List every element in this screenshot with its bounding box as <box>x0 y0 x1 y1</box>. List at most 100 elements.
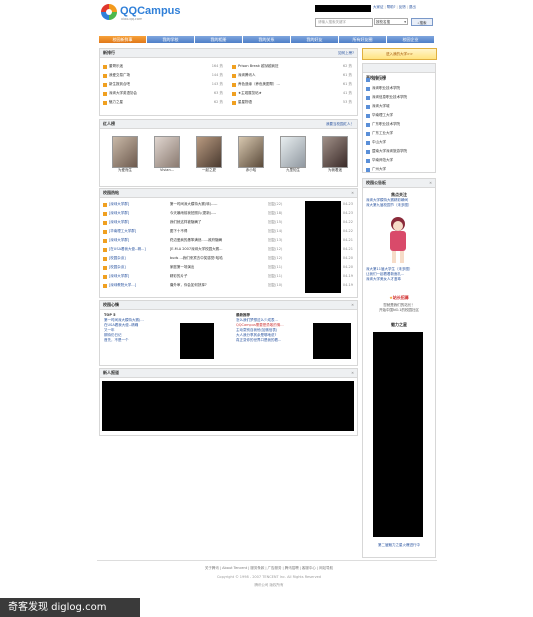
list-item[interactable]: 深大第九届校园节（未多图） <box>366 203 432 208</box>
collapse-icon[interactable]: ✕ <box>351 191 354 196</box>
nav-tab-campus-news[interactable]: 校园新鲜事 <box>99 35 146 43</box>
list-item[interactable]: 深圳大学城 <box>366 102 432 111</box>
list-item[interactable]: 星星物语 53 热 <box>232 98 352 107</box>
star-footer-link[interactable]: 第二届魅力之星火爆进行中 <box>363 543 435 548</box>
group-icon <box>103 73 107 78</box>
redacted-block <box>102 381 354 431</box>
recent-panel: 新人报道 ✕ <box>99 368 358 436</box>
search-select[interactable]: 按校名搜 ▾ <box>374 18 408 25</box>
footer-link[interactable]: 关于腾讯 <box>205 566 219 571</box>
list-item[interactable]: 深圳职业技术学院 <box>366 84 432 93</box>
hot-threads-title: 校园热帖 <box>103 190 119 195</box>
avatar <box>112 136 138 168</box>
list-item[interactable]: 广东工业大学 <box>366 129 432 138</box>
thread-icon <box>103 283 107 288</box>
footer-link[interactable]: 服务条款 <box>250 566 264 571</box>
footer-divider <box>97 560 437 561</box>
group-icon <box>232 100 236 105</box>
logo[interactable]: QQCampus xiao.qq.com <box>101 4 201 24</box>
thread-icon <box>103 229 107 234</box>
group-icon <box>232 64 236 69</box>
ranking-more-link[interactable]: 如何上榜? <box>338 51 354 56</box>
nav-tab-my-friends[interactable]: 我的好友 <box>291 35 338 43</box>
top-link[interactable]: 大家证 <box>373 5 384 10</box>
group-icon <box>232 91 236 96</box>
avatar <box>196 136 222 168</box>
group-icon <box>103 82 107 87</box>
person-card[interactable]: 九里知生 <box>280 136 306 172</box>
recent-title: 新人报道 <box>103 370 119 375</box>
person-card[interactable]: 为我着迷 <box>322 136 348 172</box>
list-item[interactable]: 华南理工大学 <box>366 111 432 120</box>
school-icon <box>366 122 370 127</box>
person-card[interactable]: 一起之夏 <box>196 136 222 172</box>
person-card[interactable]: Vivian... <box>154 136 180 172</box>
watermark-text: 奇客发现 diglog.com <box>8 602 107 613</box>
list-item[interactable]: 华南师范大学 <box>366 156 432 165</box>
list-item[interactable]: ★主观展览帖★ 41 热 <box>232 89 352 98</box>
collapse-icon[interactable]: ✕ <box>351 303 354 308</box>
group-icon <box>232 73 236 78</box>
top-link[interactable]: 帮助? <box>387 5 396 10</box>
footer-link[interactable]: 网站导航 <box>319 566 333 571</box>
footer-link[interactable]: 广告服务 <box>268 566 282 571</box>
list-item[interactable]: 深圳信息职业技术学院 <box>366 93 432 102</box>
redacted-block <box>373 332 423 537</box>
ranking-left-list: 董哥乐迷 164 热 我爱交易广场 144 热 新生报到合吧 143 热 深圳大学英语… <box>103 62 223 107</box>
person-card[interactable]: 赤小哈 <box>238 136 264 172</box>
logo-sub: xiao.qq.com <box>121 17 143 21</box>
list-item[interactable]: 深圳大学 <box>366 75 432 84</box>
footer-link[interactable]: About Tencent <box>222 566 247 571</box>
list-item[interactable]: 深圳腾讯人 61 热 <box>232 71 352 80</box>
thread-icon <box>103 211 107 216</box>
footer-link[interactable]: 客服中心 <box>302 566 316 571</box>
logo-text: QQCampus <box>120 5 181 17</box>
list-item[interactable]: 魅力之星 62 热 <box>103 98 223 107</box>
top-link[interactable]: 反馈 <box>399 5 406 10</box>
nav-tab-campus-enterprise[interactable]: 校园企业 <box>387 35 434 43</box>
list-item[interactable]: 广东职业技术学院 <box>366 120 432 129</box>
search-input[interactable]: 请输入搜索关键字 <box>315 18 373 27</box>
mood-title: 校园心情 <box>103 302 119 307</box>
person-card[interactable]: 为爱而生 <box>112 136 138 172</box>
ranking-title: 新排行 <box>103 50 115 55</box>
group-icon <box>103 100 107 105</box>
enter-my-university-button[interactable]: 进入我的大学>> <box>362 48 437 60</box>
nav-tab-all-circles[interactable]: 所有好友圈 <box>339 35 386 43</box>
school-icon <box>366 131 370 136</box>
list-item[interactable]: 我爱交易广场 144 热 <box>103 71 223 80</box>
list-item[interactable]: 董哥乐迷 164 热 <box>103 62 223 71</box>
hot-threads-panel: 校园热帖 ✕ [深圳大学群] 第一时间深大模特大赛(转)----- 回复(22) 04… <box>99 188 358 298</box>
nav-tab-my-school[interactable]: 我的学校 <box>147 35 194 43</box>
list-item[interactable]: 深圳大学美女人才荟萃 <box>366 277 432 282</box>
list-item[interactable]: Prison Break 越狱越疯狂 62 热 <box>232 62 352 71</box>
list-item[interactable]: 中山大学 <box>366 138 432 147</box>
username-redacted <box>315 5 371 12</box>
top-link[interactable]: 退出 <box>409 5 416 10</box>
nav-tab-my-album[interactable]: 我的相册 <box>195 35 242 43</box>
search-button[interactable]: ⌕搜索 <box>411 18 433 26</box>
thread-icon <box>103 238 107 243</box>
ranking-right-list: Prison Break 越狱越疯狂 62 热 深圳腾讯人 61 热 养色造缘（养色… <box>232 62 352 107</box>
thread-icon <box>103 265 107 270</box>
list-item[interactable]: 真正变你的世界口是我的看... <box>236 338 308 343</box>
notice-title: 校园公告板 <box>366 180 386 185</box>
promo-title[interactable]: ★站长招募 <box>363 295 435 301</box>
footer-link[interactable]: 腾讯招聘 <box>285 566 299 571</box>
list-item[interactable]: 养色造缘（养色美图帮）... 61 热 <box>232 80 352 89</box>
school-list: 深圳大学 深圳职业技术学院 深圳信息职业技术学院 深圳大学城 华南理工大学 广东… <box>363 73 435 176</box>
collapse-icon[interactable]: ✕ <box>351 371 354 376</box>
group-icon <box>232 82 236 87</box>
list-item[interactable]: 广州大学 <box>366 165 432 174</box>
collapse-icon[interactable]: ✕ <box>429 181 432 186</box>
list-item[interactable]: 新生报到合吧 143 热 <box>103 80 223 89</box>
list-item[interactable]: 暨南大学深圳旅游学院 <box>366 147 432 156</box>
list-item[interactable]: 深圳大学英语协会 63 热 <box>103 89 223 98</box>
list-item[interactable]: 首先，不是一个 <box>104 338 174 343</box>
avatar <box>280 136 306 168</box>
nav-tab-my-relations[interactable]: 我的关系 <box>243 35 290 43</box>
popular-more-link[interactable]: 我要当校园红人！ <box>326 122 354 127</box>
thread-icon <box>103 220 107 225</box>
school-rank-panel: 高校排行榜 深圳大学 深圳职业技术学院 深圳信息职业技术学院 深圳大学城 华南理… <box>362 63 436 173</box>
school-icon <box>366 77 370 82</box>
